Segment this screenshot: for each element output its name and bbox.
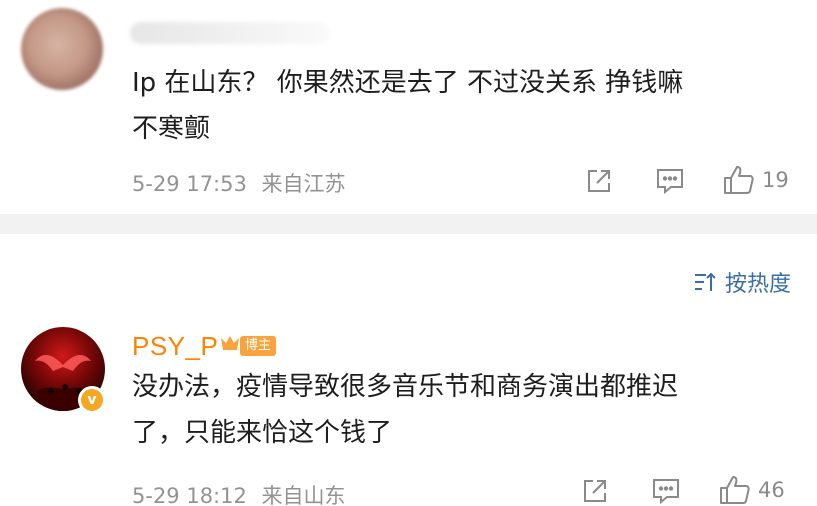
comment-date: 5-29 18:12 bbox=[132, 484, 247, 506]
comment-text-line: Ip 在山东？ 你果然还是去了 不过没关系 挣钱嘛 bbox=[132, 68, 684, 98]
crown-icon bbox=[221, 336, 239, 350]
comment-item: Ip 在山东？ 你果然还是去了 不过没关系 挣钱嘛 不寒颤 5-29 17:53… bbox=[0, 0, 817, 214]
share-button[interactable] bbox=[580, 476, 610, 506]
like-count: 46 bbox=[758, 478, 785, 502]
comment-text: Ip 在山东？ 你果然还是去了 不过没关系 挣钱嘛 不寒颤 bbox=[132, 60, 802, 152]
like-count: 19 bbox=[762, 168, 789, 192]
comment-text-line: 了，只能来恰这个钱了 bbox=[132, 418, 393, 448]
comment-button[interactable] bbox=[650, 476, 682, 506]
sort-by-hot-button[interactable]: 按热度 bbox=[693, 266, 791, 298]
comment-icon bbox=[653, 479, 679, 505]
comment-text-line: 不寒颤 bbox=[132, 114, 211, 144]
comment-meta: 5-29 18:12 来自山东 bbox=[132, 480, 346, 506]
comment-meta: 5-29 17:53 来自江苏 bbox=[132, 168, 346, 198]
thumbs-up-icon bbox=[720, 476, 750, 504]
comment-text: 没办法，疫情导致很多音乐节和商务演出都推迟 了，只能来恰这个钱了 bbox=[132, 364, 802, 456]
verified-icon: v bbox=[78, 386, 106, 414]
comment-text-line: 没办法，疫情导致很多音乐节和商务演出都推迟 bbox=[132, 372, 679, 402]
comment-date: 5-29 17:53 bbox=[132, 172, 247, 196]
avatar[interactable] bbox=[21, 8, 103, 90]
comment-icon bbox=[657, 169, 683, 195]
section-divider bbox=[0, 214, 817, 234]
share-icon bbox=[584, 480, 606, 502]
thumbs-up-icon bbox=[724, 166, 754, 194]
role-badge: 博主 bbox=[240, 336, 277, 356]
sort-label: 按热度 bbox=[724, 272, 791, 297]
comment-button[interactable] bbox=[654, 166, 686, 196]
like-button[interactable]: 19 bbox=[722, 164, 789, 196]
share-icon bbox=[588, 170, 610, 192]
sort-icon bbox=[694, 272, 716, 291]
username[interactable]: PSY_P bbox=[132, 331, 218, 362]
comment-location: 来自山东 bbox=[261, 484, 346, 506]
comment-location: 来自江苏 bbox=[261, 172, 346, 196]
share-button[interactable] bbox=[584, 166, 614, 196]
username-blurred[interactable] bbox=[130, 22, 330, 44]
like-button[interactable]: 46 bbox=[718, 474, 785, 506]
